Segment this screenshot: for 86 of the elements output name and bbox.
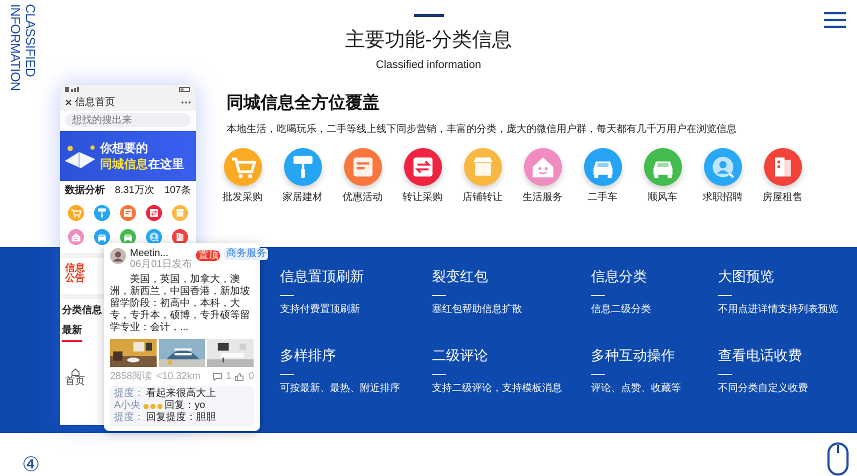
feature-title: 多样排序 (280, 346, 337, 364)
category-label: 转让采购 (402, 192, 442, 204)
feature-text: 支持二级评论，支持模板消息 (432, 383, 563, 395)
comment-count: 1 (226, 371, 232, 383)
feature-title: 查看电话收费 (718, 346, 803, 364)
distance: <10.32km (156, 371, 200, 383)
search-field[interactable]: 想找的搜出来 (65, 113, 191, 127)
book-drawing (63, 142, 97, 170)
exchange-icon (404, 148, 442, 186)
menu-icon[interactable] (824, 12, 846, 28)
coupon-icon (120, 205, 136, 221)
comment-author: 提度： (114, 388, 144, 400)
document-icon (764, 148, 802, 186)
house-icon (68, 229, 84, 245)
shop-icon (172, 205, 188, 221)
comment-text: 看起来很高大上 (146, 388, 216, 400)
comment-author: A小央 (114, 400, 141, 412)
section-title: 主要功能-分类信息 (345, 28, 512, 53)
comment-text: 回复：yo (164, 400, 206, 412)
intro-title: 同城信息全方位覆盖 (226, 92, 380, 114)
page-number: ④ (22, 454, 40, 476)
cart-icon (224, 148, 262, 186)
post-date: 06月01日发布 (130, 259, 192, 270)
close-icon[interactable] (65, 99, 72, 106)
paint-roller-icon (94, 205, 110, 221)
author-name: Meetin... (130, 248, 170, 259)
comment-author: 提度： (114, 412, 144, 424)
category-label: 顺风车 (648, 192, 678, 204)
category-label: 家居建材 (282, 192, 322, 204)
feature-title: 裂变红包 (432, 267, 489, 285)
exchange-icon (146, 205, 162, 221)
feature-text: 可按最新、最热、附近排序 (280, 383, 401, 395)
feature-title: 信息分类 (591, 267, 648, 285)
feature-title: 信息置顶刷新 (280, 267, 365, 285)
notice-logo: 信息 公告 (65, 264, 85, 284)
home-tab[interactable]: 首页 (60, 368, 90, 387)
avatar-icon (110, 248, 126, 264)
feature-text: 评论、点赞、收藏等 (591, 383, 682, 395)
section-subtitle: Classified information (376, 59, 482, 72)
list-tab[interactable]: 最新 (62, 325, 82, 342)
car-icon (644, 148, 682, 186)
feature-text: 塞红包帮助信息扩散 (432, 304, 523, 316)
banner-slogan: 同城信息在这里 (100, 157, 184, 171)
feature-title: 二级评论 (432, 346, 489, 364)
section-heading: 分类信息 (62, 305, 102, 317)
feature-text: 信息二级分类 (591, 304, 652, 316)
medal-icon (142, 402, 163, 410)
mouse-icon (827, 442, 849, 476)
more-icon[interactable] (181, 101, 191, 104)
stats-value: 8.31万次 (114, 185, 154, 197)
view-count: 2858阅读 (110, 371, 152, 383)
pinned-badge: 置顶 (196, 250, 220, 261)
feature-title: 大图预览 (718, 267, 775, 285)
category-label: 优惠活动 (342, 192, 382, 204)
cart-icon (68, 205, 84, 221)
feature-title: 多种互动操作 (591, 346, 676, 364)
like-icon[interactable] (235, 373, 244, 381)
stats-title: 数据分析 (65, 185, 105, 197)
side-label: CLASSIFIED (22, 4, 37, 79)
side-label: INFORMATION (8, 4, 22, 93)
page-title: 信息首页 (75, 96, 116, 108)
shop-icon (464, 148, 502, 186)
intro-text: 本地生活，吃喝玩乐，二手等线上线下同步营销，丰富的分类，庞大的微信用户群，每天都有几千万用户在浏览信息 (226, 123, 738, 136)
feature-text: 不同分类自定义收费 (718, 383, 809, 395)
stats-value: 107条 (164, 185, 191, 197)
category-label: 生活服务 (522, 192, 562, 204)
like-count: 0 (248, 371, 254, 383)
category-tag: 商务服务 (224, 248, 268, 260)
house-icon (524, 148, 562, 186)
category-label: 二手车 (588, 192, 618, 204)
feature-text: 不用点进详情支持列表预览 (718, 304, 839, 316)
category-label: 店铺转让 (462, 192, 502, 204)
banner-headline: 你想要的 (100, 141, 149, 155)
feature-text: 支持付费置顶刷新 (280, 304, 361, 316)
category-label: 求职招聘 (702, 192, 742, 204)
category-label: 房屋租售 (762, 192, 802, 204)
home-icon (70, 368, 80, 376)
coupon-icon (344, 148, 382, 186)
paint-roller-icon (284, 148, 322, 186)
comment-icon[interactable] (212, 373, 222, 381)
car-icon (584, 148, 622, 186)
battery-icon (179, 87, 191, 92)
post-text: 美国，英国，加拿大，澳洲，新西兰，中国香港，新加坡留学阶段：初高中，本科，大专，专升本，硕博，专升硕等留学专业：会计，... (110, 274, 251, 334)
category-label: 批发采购 (222, 192, 262, 204)
comment-text: 回复提度：胆胆 (146, 412, 216, 424)
person-icon (704, 148, 742, 186)
